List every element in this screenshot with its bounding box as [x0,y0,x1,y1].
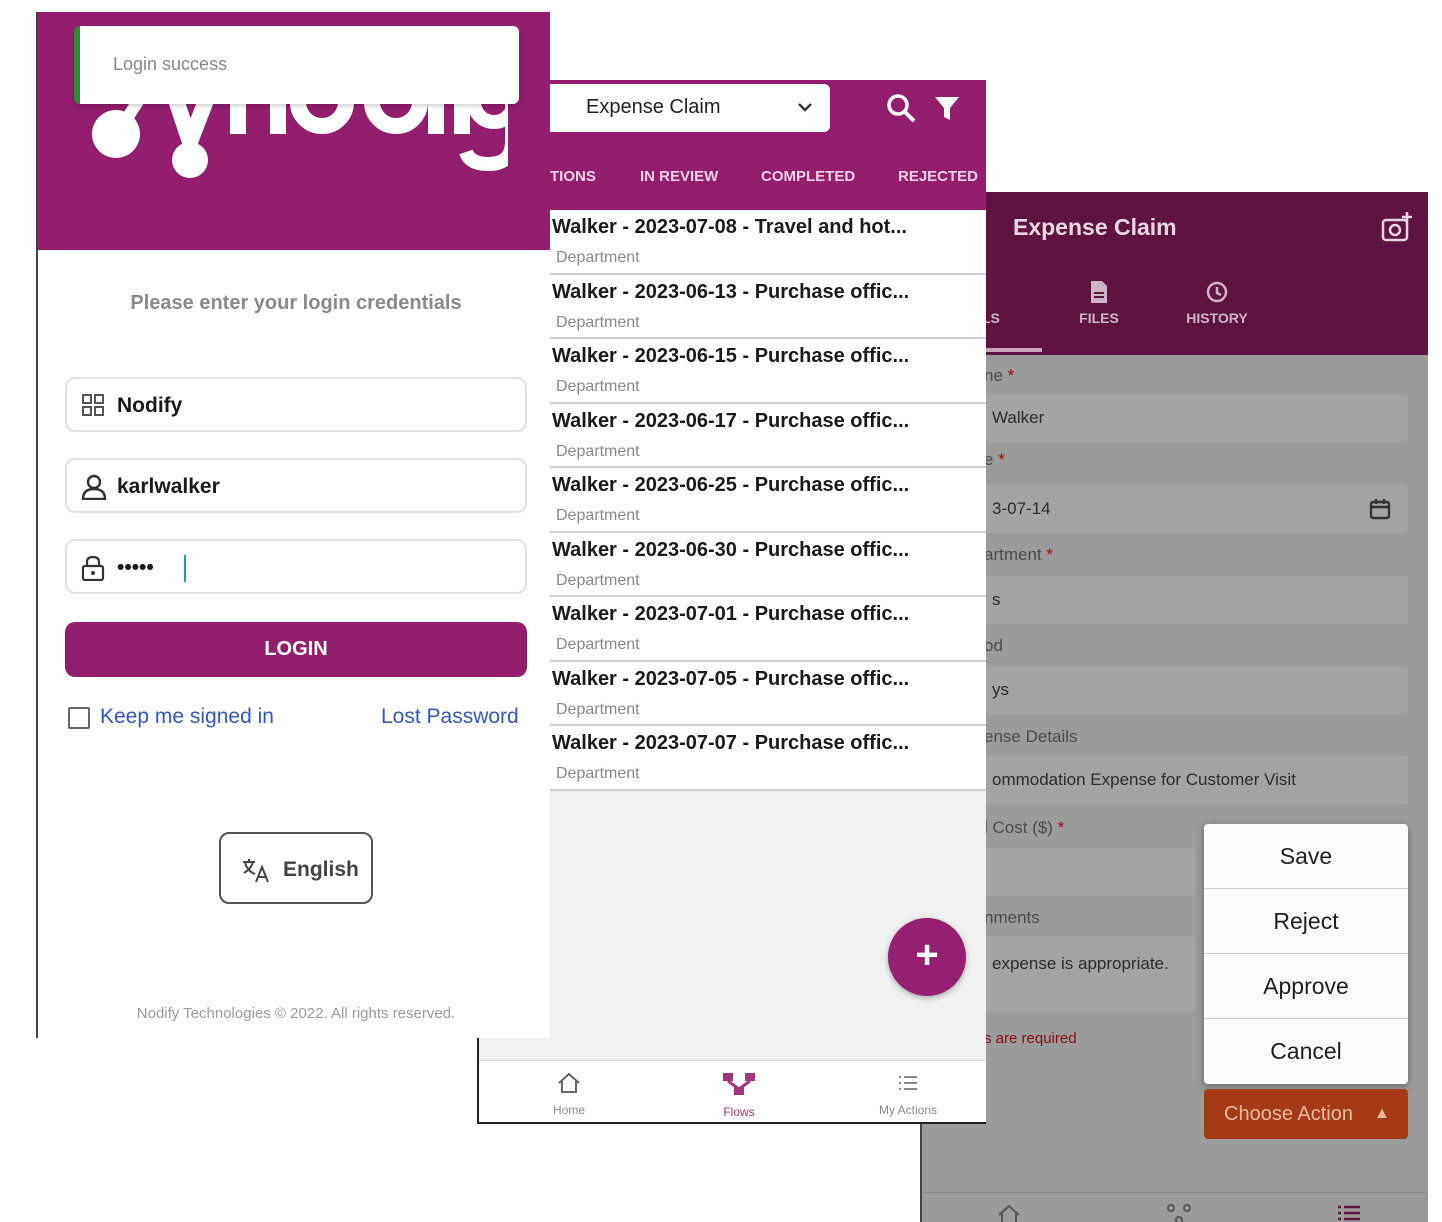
list-icon [899,1076,917,1090]
list-item[interactable]: Walker - 2023-06-15 - Purchase offic... D… [479,339,986,404]
cancel-menu-item[interactable]: Cancel [1204,1019,1408,1084]
login-success-toast: Login success [74,26,519,104]
field-label-expense-details: ense Details [984,727,1078,746]
calendar-icon[interactable] [1368,497,1392,521]
chevron-up-icon: ▲ [1374,1105,1390,1122]
expense-claim-detail-screen: Expense Claim ILS FILES HISTORY ne * Wal… [920,192,1428,1222]
company-field[interactable]: Nodify [65,377,527,432]
list-item[interactable]: Walker - 2023-06-25 - Purchase offic... D… [479,468,986,533]
nav-flows[interactable]: Flows [684,1071,794,1119]
list-item[interactable]: Walker - 2023-06-30 - Purchase offic... D… [479,532,986,597]
list-item[interactable]: Walker - 2023-07-08 - Travel and hot... D… [479,210,986,275]
action-menu: Save Reject Approve Cancel [1204,824,1408,1084]
language-button[interactable]: English [219,832,373,904]
add-flow-button[interactable]: + [888,918,966,996]
field-label-total-cost: l Cost ($) * [984,818,1065,837]
list-icon[interactable] [1336,1203,1362,1222]
tab-actions[interactable]: TIONS [550,168,596,185]
tab-files[interactable]: FILES [1044,280,1154,326]
approve-menu-item[interactable]: Approve [1204,954,1408,1019]
list-bottom-nav: Home Flows My Actions [479,1060,986,1122]
search-icon[interactable] [885,92,917,124]
login-prompt: Please enter your login credentials [130,292,462,314]
tab-rejected[interactable]: REJECTED [898,168,978,185]
list-item[interactable]: Walker - 2023-06-17 - Purchase offic... D… [479,403,986,468]
tab-history[interactable]: HISTORY [1162,280,1272,326]
add-photo-icon[interactable] [1378,210,1414,246]
history-icon [1206,281,1228,303]
organization-icon [82,394,104,416]
field-label-name: ne * [984,366,1015,385]
field-label-date: e * [984,450,1005,469]
detail-header: Expense Claim ILS FILES HISTORY [922,192,1428,355]
list-item[interactable]: Walker - 2023-07-05 - Purchase offic... D… [479,661,986,726]
choose-action-button[interactable]: Choose Action ▲ [1204,1089,1408,1139]
list-header: Expense Claim TIONS IN REVIEW COMPLETED … [479,80,986,210]
lock-icon [81,555,105,581]
save-menu-item[interactable]: Save [1204,824,1408,889]
flow-select[interactable]: Expense Claim [535,84,830,132]
text-caret [184,555,186,582]
flow-list-screen: Expense Claim TIONS IN REVIEW COMPLETED … [477,80,986,1124]
detail-bottom-nav [922,1192,1428,1222]
field-label-period: od [984,636,1003,655]
flow-list: Walker - 2023-07-08 - Travel and hot... D… [479,210,986,791]
user-icon [81,474,107,500]
login-screen: Login success Please enter your login cr… [36,12,550,1038]
keep-signed-in-label[interactable]: Keep me signed in [100,705,274,729]
field-label-department: artment * [984,545,1053,564]
lost-password-link[interactable]: Lost Password [381,705,519,729]
translate-icon [243,859,269,883]
flows-icon[interactable] [1166,1203,1192,1222]
date-field[interactable]: 3-07-14 [978,485,1408,533]
tab-in-review[interactable]: IN REVIEW [640,168,718,185]
username-field[interactable]: karlwalker [65,458,527,513]
chevron-down-icon [798,103,812,112]
expense-details-field[interactable]: ommodation Expense for Customer Visit [978,756,1408,804]
home-icon[interactable] [996,1203,1022,1222]
file-icon [1091,281,1107,303]
error-message: s are required [984,1030,1077,1047]
name-field[interactable]: Walker [978,394,1408,442]
period-field[interactable]: ys [978,666,1408,714]
nav-home[interactable]: Home [514,1071,624,1117]
reject-menu-item[interactable]: Reject [1204,889,1408,954]
filter-icon[interactable] [933,94,961,122]
department-field[interactable]: s [978,576,1408,624]
login-button[interactable]: LOGIN [65,622,527,677]
password-field[interactable]: ••••• [65,539,527,594]
field-label-comments: nments [984,908,1040,927]
login-header: Login success [38,12,550,250]
total-cost-field[interactable] [978,848,1196,896]
tab-completed[interactable]: COMPLETED [761,168,855,185]
comments-field[interactable]: expense is appropriate. [978,936,1196,1012]
copyright-footer: Nodify Technologies © 2022. All rights r… [136,1005,456,1022]
list-item[interactable]: Walker - 2023-07-01 - Purchase offic... D… [479,597,986,662]
list-item[interactable]: Walker - 2023-07-07 - Purchase offic... D… [479,726,986,791]
nav-my-actions[interactable]: My Actions [853,1071,963,1117]
detail-title: Expense Claim [1013,214,1177,240]
list-item[interactable]: Walker - 2023-06-13 - Purchase offic... D… [479,274,986,339]
keep-signed-in-checkbox[interactable] [68,707,90,729]
flows-icon [723,1073,755,1095]
home-icon [558,1072,580,1093]
